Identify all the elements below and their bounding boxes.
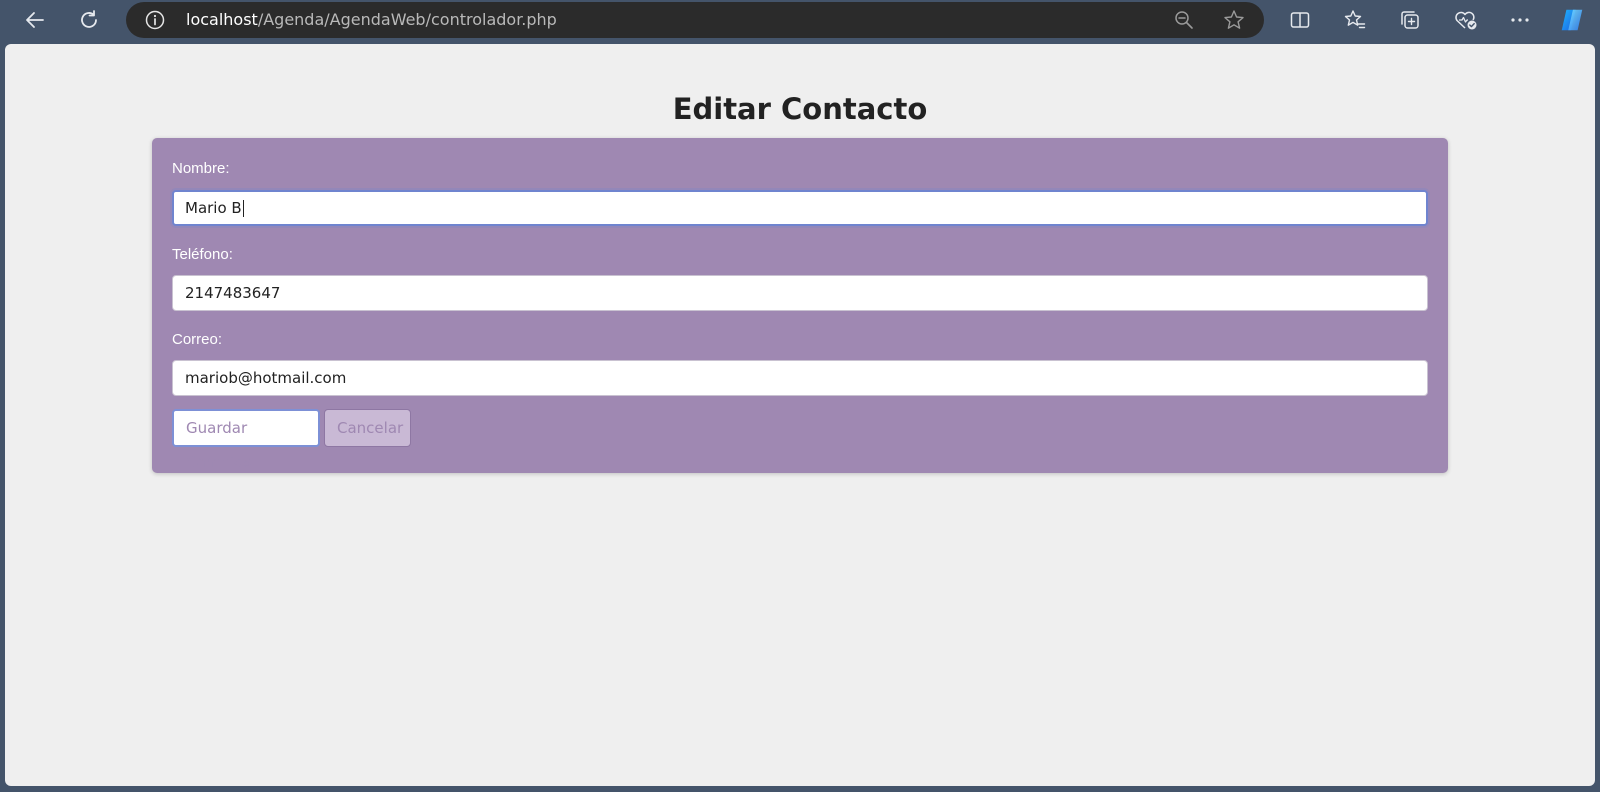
page-title: Editar Contacto — [672, 92, 928, 126]
correo-value: mariob@hotmail.com — [185, 369, 347, 387]
correo-label: Correo: — [172, 331, 223, 348]
nombre-input[interactable]: Mario B — [172, 190, 1428, 226]
browser-toolbar: localhost/Agenda/AgendaWeb/controlador.p… — [0, 0, 1600, 40]
telefono-input[interactable]: 2147483647 — [172, 275, 1428, 311]
split-screen-icon — [1290, 12, 1310, 28]
edit-contact-form: Nombre: Mario B Teléfono: 2147483647 Cor… — [152, 138, 1448, 473]
address-bar[interactable]: localhost/Agenda/AgendaWeb/controlador.p… — [126, 2, 1264, 38]
text-caret — [242, 200, 244, 217]
more-icon — [1511, 18, 1529, 22]
zoom-out-icon[interactable] — [1173, 9, 1195, 31]
page-viewport: Editar Contacto Nombre: Mario B Teléfono… — [5, 44, 1595, 786]
url-host: localhost — [186, 10, 258, 29]
nombre-value: Mario B — [185, 199, 242, 217]
copilot-icon — [1561, 9, 1583, 31]
copilot-button[interactable] — [1558, 6, 1586, 34]
back-button[interactable] — [19, 4, 51, 36]
correo-input[interactable]: mariob@hotmail.com — [172, 360, 1428, 396]
url-path: /Agenda/AgendaWeb/controlador.php — [257, 10, 557, 29]
telefono-value: 2147483647 — [185, 284, 281, 302]
info-icon[interactable] — [145, 10, 165, 30]
telefono-label: Teléfono: — [172, 246, 233, 263]
collections-button[interactable] — [1396, 6, 1424, 34]
nombre-label: Nombre: — [172, 160, 230, 177]
cancel-button[interactable]: Cancelar — [324, 409, 411, 447]
url-text[interactable]: localhost/Agenda/AgendaWeb/controlador.p… — [186, 2, 557, 38]
split-screen-button[interactable] — [1286, 6, 1314, 34]
browser-essentials-button[interactable] — [1452, 6, 1480, 34]
favorites-button[interactable] — [1341, 6, 1369, 34]
save-changes-button[interactable]: Guardar Cambios — [172, 409, 320, 471]
refresh-icon — [81, 10, 97, 28]
favorite-star-icon[interactable] — [1223, 9, 1245, 31]
favorites-icon — [1344, 10, 1366, 29]
refresh-button[interactable] — [73, 4, 105, 36]
browser-essentials-icon — [1455, 11, 1477, 30]
more-button[interactable] — [1506, 6, 1534, 34]
back-icon — [26, 12, 44, 28]
collections-icon — [1401, 11, 1419, 29]
